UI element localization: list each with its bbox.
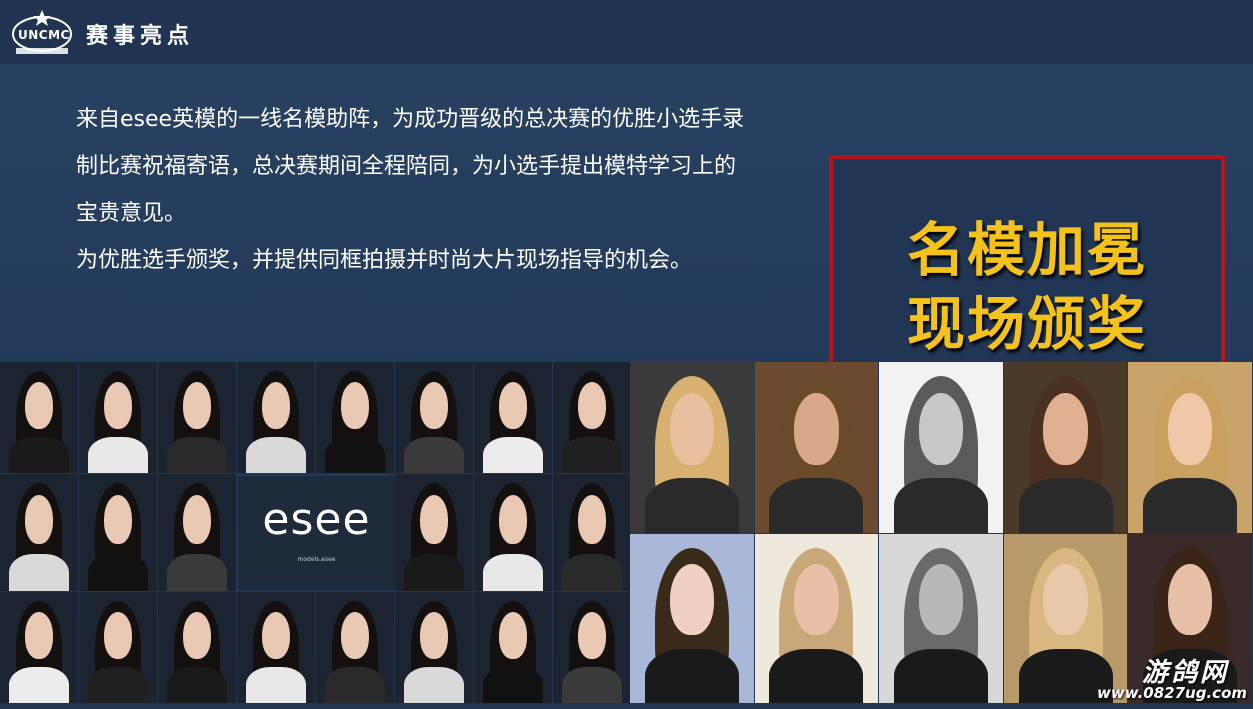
model-photo (553, 592, 631, 703)
model-photo (395, 592, 473, 703)
slide: UNCMC 赛事亮点 来自esee英模的一线名模助阵，为成功晋级的总决赛的优胜小… (0, 0, 1253, 709)
model-photo (79, 592, 157, 703)
model-photo (553, 474, 631, 591)
model-photo (0, 592, 78, 703)
esee-subtitle: models.esee (297, 556, 336, 563)
model-photo (158, 592, 236, 703)
model-photo-gallery: esee models.esee (0, 362, 1253, 704)
model-photo (474, 592, 552, 703)
model-photo (158, 474, 236, 591)
model-photo (553, 362, 631, 473)
uncmc-logo: UNCMC (10, 8, 74, 60)
esee-brand-tile: esee models.esee (238, 476, 395, 590)
page-title: 赛事亮点 (86, 23, 195, 49)
model-photo (1003, 534, 1128, 703)
logo-text: UNCMC (18, 28, 70, 42)
esee-logo-text: esee (262, 494, 371, 545)
highlight-line-2: 现场颁奖 (906, 290, 1147, 358)
model-photo (474, 474, 552, 591)
model-photo (79, 362, 157, 473)
model-photo (754, 534, 879, 703)
model-photo (630, 534, 754, 703)
model-photo (1003, 362, 1128, 533)
highlight-line-1: 名模加冕 (906, 216, 1147, 284)
model-photo (630, 362, 754, 533)
model-photo (0, 474, 78, 591)
description-paragraph-2: 为优胜选手颁奖，并提供同框拍摄并时尚大片现场指导的机会。 (76, 248, 693, 273)
model-photo (79, 474, 157, 591)
model-photo (395, 474, 473, 591)
description-block: 来自esee英模的一线名模助阵，为成功晋级的总决赛的优胜小选手录制比赛祝福寄语，… (76, 96, 756, 284)
model-photo (879, 534, 1003, 703)
model-photo (474, 362, 552, 473)
description-paragraph-1: 来自esee英模的一线名模助阵，为成功晋级的总决赛的优胜小选手录制比赛祝福寄语，… (76, 107, 745, 226)
highlight-box: 名模加冕 现场颁奖 (829, 155, 1225, 375)
model-photo (395, 362, 473, 473)
model-photo (158, 362, 236, 473)
model-photo (316, 592, 394, 703)
model-photo (754, 362, 879, 533)
model-photo (316, 362, 394, 473)
model-photo (237, 592, 315, 703)
watermark-url: www.0827ug.com (1097, 684, 1247, 702)
model-photo (237, 362, 315, 473)
model-photo (879, 362, 1003, 533)
model-photo (0, 362, 78, 473)
model-photo (1128, 362, 1252, 533)
header-bar: UNCMC 赛事亮点 (0, 0, 1253, 64)
